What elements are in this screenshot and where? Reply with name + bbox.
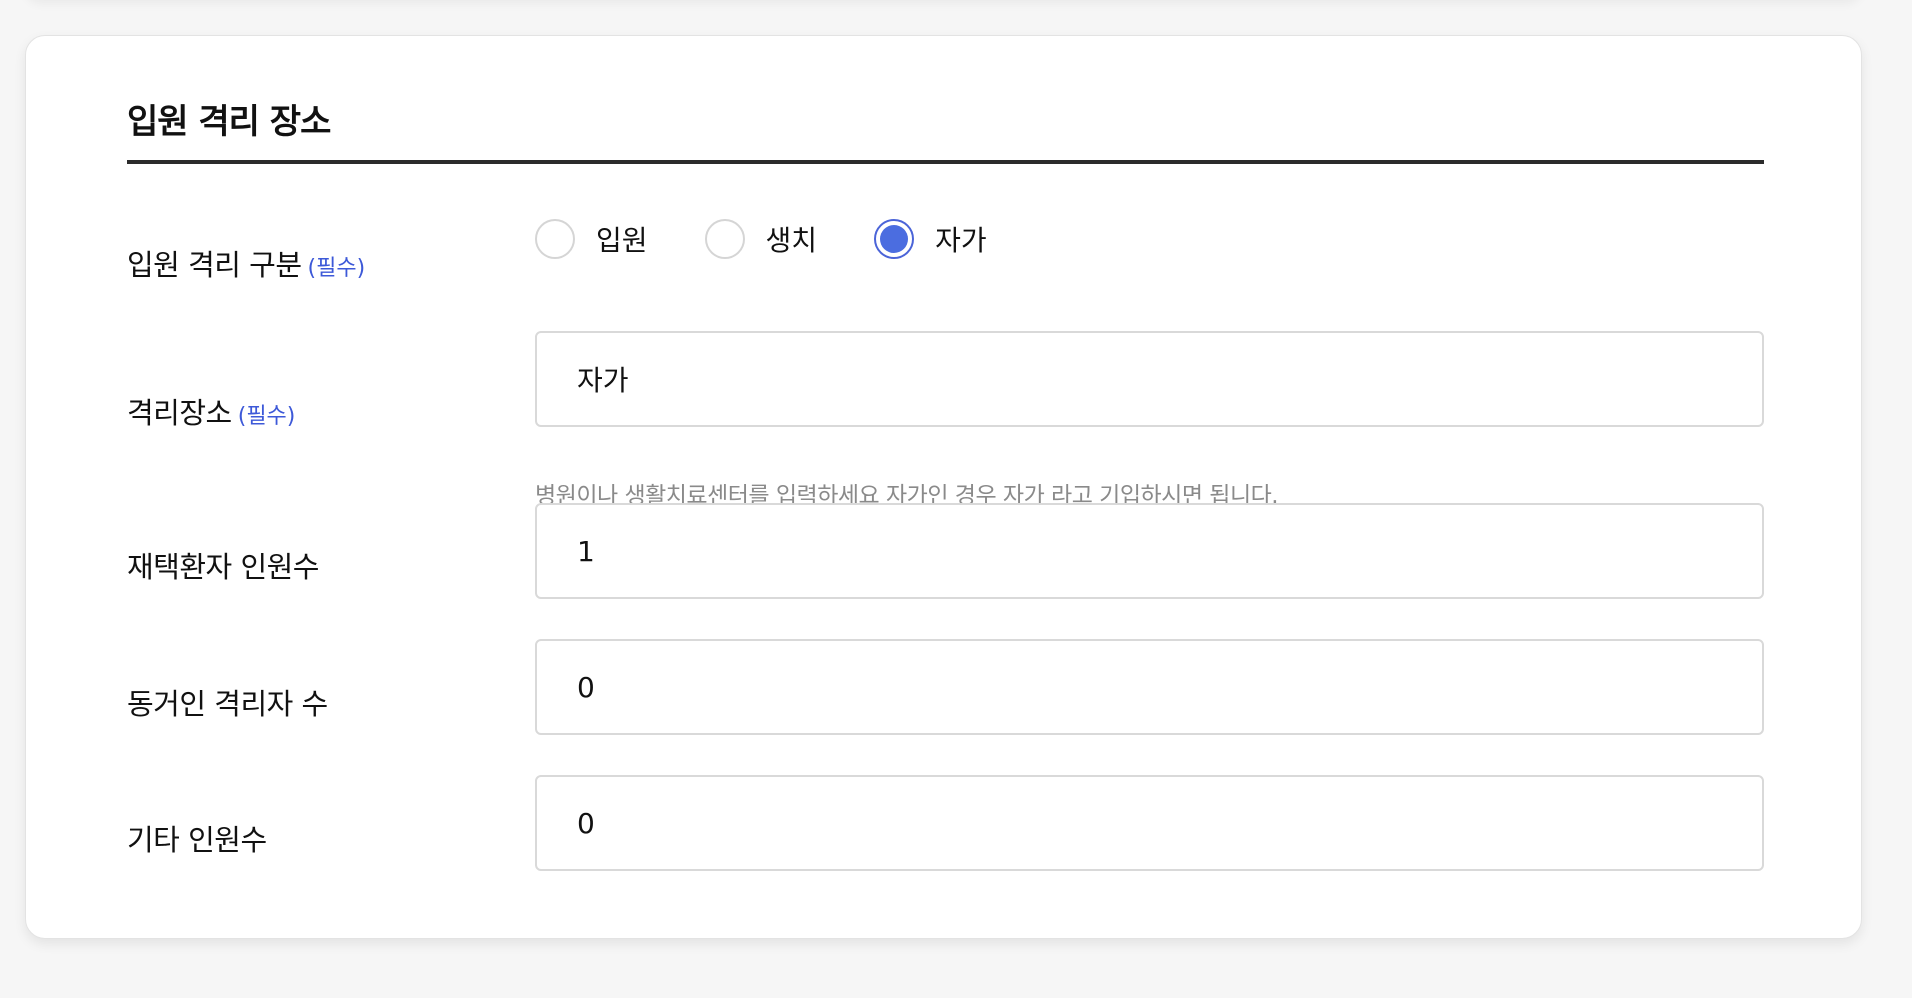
quarantine-type-label-text: 입원 격리 구분	[127, 248, 302, 282]
cohabitant-count-input[interactable]	[535, 639, 1764, 735]
quarantine-place-label: 격리장소 (필수)	[127, 390, 295, 432]
radio-button-home[interactable]	[874, 219, 915, 259]
radio-button-treatment-center[interactable]	[704, 219, 745, 259]
quarantine-place-input[interactable]	[535, 331, 1764, 427]
cohabitant-count-label: 동거인 격리자 수	[127, 687, 328, 721]
section-title: 입원 격리 장소	[127, 102, 331, 142]
other-count-label: 기타 인원수	[127, 823, 267, 857]
other-count-input[interactable]	[535, 775, 1764, 871]
quarantine-type-label: 입원 격리 구분 (필수)	[127, 242, 365, 284]
radio-label-treatment-center: 생치	[765, 224, 818, 257]
radio-label-home: 자가	[935, 224, 987, 257]
radio-option-treatment-center[interactable]: 생치	[704, 219, 818, 259]
quarantine-location-card: 입원 격리 장소 입원 격리 구분 (필수) 입원 생치 자가 격리장소 (필수) …	[25, 35, 1862, 939]
required-tag: (필수)	[307, 256, 366, 281]
quarantine-type-radio-group: 입원 생치 자가	[535, 217, 1044, 261]
radio-option-home[interactable]: 자가	[874, 219, 987, 259]
home-patients-label: 재택환자 인원수	[127, 550, 319, 584]
radio-button-hospital[interactable]	[535, 219, 575, 259]
home-patients-input[interactable]	[535, 503, 1764, 599]
radio-selected-dot	[880, 225, 909, 253]
title-divider	[127, 160, 1764, 164]
quarantine-place-label-text: 격리장소	[127, 396, 232, 430]
radio-option-hospital[interactable]: 입원	[535, 219, 648, 259]
required-tag: (필수)	[237, 404, 296, 429]
radio-label-hospital: 입원	[596, 224, 648, 257]
